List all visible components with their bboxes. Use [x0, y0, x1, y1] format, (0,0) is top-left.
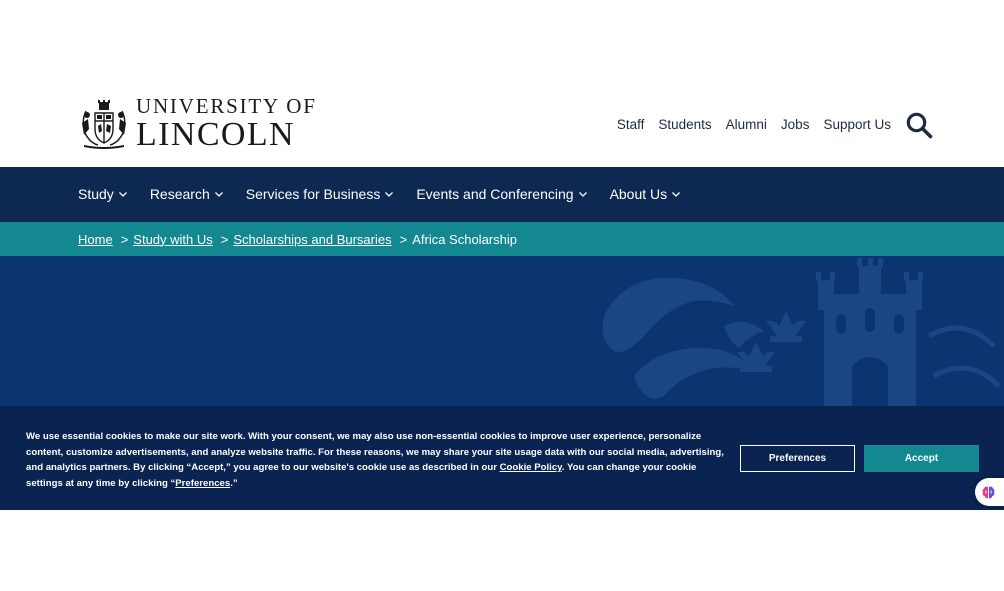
util-link-jobs[interactable]: Jobs [781, 117, 810, 132]
cookie-text-part3: .” [230, 477, 238, 489]
utility-nav: Staff Students Alumni Jobs Support Us [617, 117, 891, 132]
chevron-down-icon [578, 192, 587, 197]
main-nav-list: Study Research Services for Business Eve… [78, 186, 681, 202]
breadcrumb-separator: > [220, 231, 229, 247]
cookie-message: We use essential cookies to make our sit… [26, 429, 726, 491]
page: UNIVERSITY OF LINCOLN Staff Students Alu… [0, 0, 1004, 591]
util-link-alumni[interactable]: Alumni [726, 117, 767, 132]
nav-item-label: About Us [609, 186, 668, 202]
logo-line2: LINCOLN [136, 116, 295, 153]
util-link-students[interactable]: Students [658, 117, 711, 132]
heraldic-watermark-icon [602, 258, 1001, 406]
breadcrumb-link-scholarships-and-bursaries[interactable]: Scholarships and Bursaries [233, 232, 391, 247]
nav-item-label: Events and Conferencing [416, 186, 574, 202]
nav-item-label: Services for Business [245, 186, 381, 202]
nav-item-label: Study [78, 186, 114, 202]
chevron-down-icon [118, 192, 127, 197]
floating-widget-button[interactable] [975, 478, 1004, 506]
breadcrumb-link-home[interactable]: Home [78, 232, 113, 247]
chevron-down-icon [672, 192, 681, 197]
util-link-staff[interactable]: Staff [617, 117, 645, 132]
nav-item-study[interactable]: Study [78, 186, 128, 202]
brain-icon [982, 486, 995, 498]
breadcrumb-separator: > [399, 231, 408, 247]
breadcrumb-link-study-with-us[interactable]: Study with Us [133, 232, 212, 247]
util-link-support-us[interactable]: Support Us [823, 117, 891, 132]
nav-item-services-for-business[interactable]: Services for Business [246, 186, 395, 202]
hero-banner [0, 256, 1004, 406]
university-logo[interactable]: UNIVERSITY OF LINCOLN [78, 96, 328, 152]
nav-item-research[interactable]: Research [150, 186, 224, 202]
breadcrumb: Home > Study with Us > Scholarships and … [0, 222, 1004, 256]
preferences-link[interactable]: Preferences [175, 478, 230, 489]
logo-wordmark: UNIVERSITY OF LINCOLN [136, 96, 317, 152]
chevron-down-icon [214, 192, 223, 197]
breadcrumb-current: Africa Scholarship [412, 231, 517, 247]
crest-icon [82, 100, 126, 149]
chevron-down-icon [385, 192, 394, 197]
cookie-banner: We use essential cookies to make our sit… [0, 406, 1004, 510]
site-header: UNIVERSITY OF LINCOLN Staff Students Alu… [0, 84, 1004, 167]
breadcrumb-separator: > [120, 231, 129, 247]
preferences-button[interactable]: Preferences [740, 445, 855, 472]
logo-line1: UNIVERSITY OF [136, 94, 317, 118]
nav-item-label: Research [149, 186, 210, 202]
main-nav: Study Research Services for Business Eve… [0, 167, 1004, 222]
nav-item-about-us[interactable]: About Us [610, 186, 682, 202]
accept-button[interactable]: Accept [864, 445, 979, 472]
cookie-policy-link[interactable]: Cookie Policy [500, 462, 562, 473]
search-icon[interactable] [905, 111, 933, 139]
nav-item-events-and-conferencing[interactable]: Events and Conferencing [416, 186, 587, 202]
